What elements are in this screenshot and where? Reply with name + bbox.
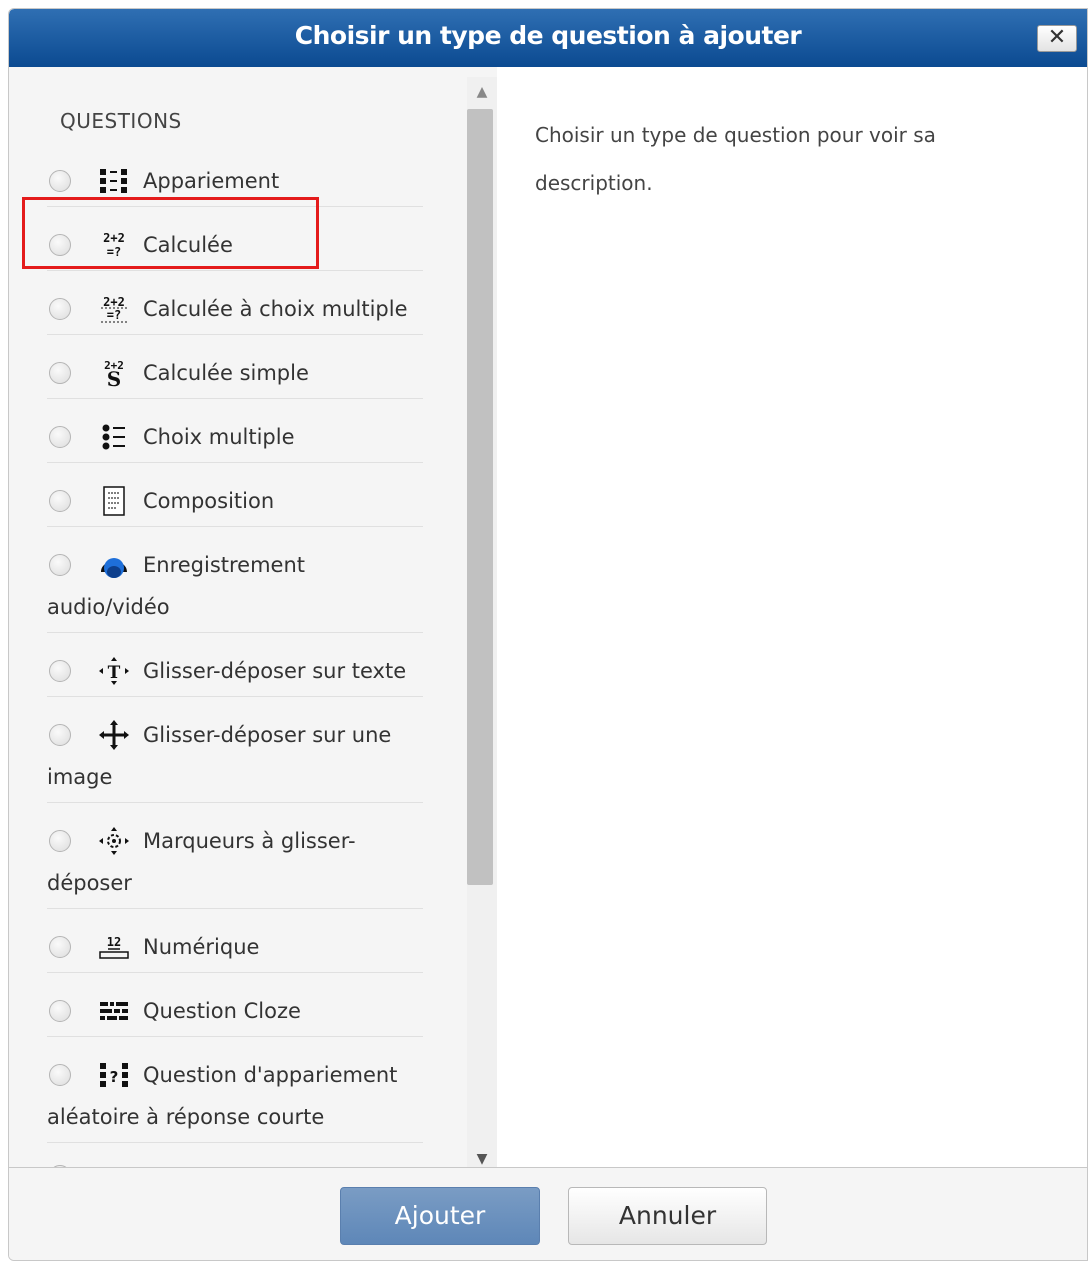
question-type-label-continued: audio/vidéo <box>47 595 170 619</box>
question-type-item[interactable]: 2+2 S Calculée simple <box>47 335 423 399</box>
radio-button[interactable] <box>49 426 71 448</box>
question-type-label: Numérique <box>143 935 260 959</box>
svg-text:S: S <box>107 367 121 388</box>
question-type-item[interactable]: ? Question d'appariement aléatoire à rép… <box>47 1037 423 1143</box>
drag-text-icon: T <box>97 656 131 686</box>
scroll-up-arrow-icon[interactable]: ▲ <box>467 77 497 107</box>
description-panel: Choisir un type de question pour voir sa… <box>497 67 1087 1167</box>
question-type-item[interactable]: Composition <box>47 463 423 527</box>
numerical-icon: 12 <box>97 932 131 962</box>
question-type-item[interactable]: Enregistrement audio/vidéo <box>47 527 423 633</box>
question-type-label: Question d'appariement <box>143 1063 398 1087</box>
radio-button[interactable] <box>49 234 71 256</box>
question-type-label-continued: image <box>47 765 113 789</box>
scrollbar-thumb[interactable] <box>467 109 493 885</box>
question-type-label: Calculée à choix multiple <box>143 297 408 321</box>
random-match-icon: ? <box>97 1060 131 1090</box>
svg-text:2+2: 2+2 <box>103 295 125 309</box>
radio-button[interactable] <box>49 830 71 852</box>
question-type-label-continued: aléatoire à réponse courte <box>47 1105 325 1129</box>
radio-button[interactable] <box>49 170 71 192</box>
question-type-label-continued: déposer <box>47 871 132 895</box>
essay-icon <box>97 486 131 516</box>
question-type-label: Glisser-déposer sur une <box>143 723 392 747</box>
svg-text:12: 12 <box>107 935 121 949</box>
question-type-item[interactable]: Choix multiple <box>47 399 423 463</box>
recording-icon <box>97 550 131 580</box>
question-type-description: Choisir un type de question pour voir sa… <box>535 123 936 195</box>
calculated-icon: 2+2 =? <box>97 230 131 260</box>
questions-section-header: QUESTIONS <box>60 109 182 133</box>
question-type-label: Choix multiple <box>143 425 295 449</box>
question-type-label: Composition <box>143 489 275 513</box>
question-type-label: Calculée <box>143 233 233 257</box>
question-type-item[interactable]: 12 Numérique <box>47 909 423 973</box>
question-type-item[interactable]: Appariement <box>47 143 423 207</box>
svg-text:T: T <box>108 663 121 683</box>
list-scrollbar[interactable]: ▲ ▼ <box>467 77 497 1177</box>
question-type-label: Glisser-déposer sur texte <box>143 659 407 683</box>
close-icon: ✕ <box>1047 25 1067 50</box>
match-icon <box>97 166 131 196</box>
multichoice-icon <box>97 422 131 452</box>
svg-text:=?: =? <box>107 308 121 322</box>
radio-button[interactable] <box>49 660 71 682</box>
cancel-button[interactable]: Annuler <box>568 1187 767 1245</box>
dialog-titlebar: Choisir un type de question à ajouter ✕ <box>9 9 1087 67</box>
question-type-dialog: Choisir un type de question à ajouter ✕ … <box>8 8 1088 1261</box>
close-button[interactable]: ✕ <box>1037 25 1077 52</box>
question-type-item[interactable]: Marqueurs à glisser- déposer <box>47 803 423 909</box>
svg-text:2+2: 2+2 <box>103 231 125 245</box>
add-button[interactable]: Ajouter <box>340 1187 540 1245</box>
question-type-list-panel: QUESTIONS Appariement 2+2 =? Calculée 2+… <box>9 67 497 1167</box>
dialog-footer: Ajouter Annuler <box>9 1167 1087 1260</box>
radio-button[interactable] <box>49 1000 71 1022</box>
radio-button[interactable] <box>49 490 71 512</box>
question-type-label: Calculée simple <box>143 361 309 385</box>
radio-button[interactable] <box>49 362 71 384</box>
question-type-item[interactable] <box>47 1143 423 1167</box>
question-type-label: Appariement <box>143 169 280 193</box>
radio-button[interactable] <box>49 936 71 958</box>
svg-text:=?: =? <box>107 245 121 259</box>
question-type-label: Marqueurs à glisser- <box>143 829 356 853</box>
question-type-item[interactable]: 2+2 =? Calculée à choix multiple <box>47 271 423 335</box>
question-type-item[interactable]: T Glisser-déposer sur texte <box>47 633 423 697</box>
question-type-item[interactable]: Glisser-déposer sur une image <box>47 697 423 803</box>
question-type-item[interactable]: 2+2 =? Calculée <box>47 207 423 271</box>
question-type-item[interactable]: Question Cloze <box>47 973 423 1037</box>
calculated-multichoice-icon: 2+2 =? <box>97 294 131 324</box>
dialog-title: Choisir un type de question à ajouter <box>294 21 802 50</box>
drag-markers-icon <box>97 826 131 856</box>
drag-image-icon <box>97 720 131 750</box>
question-type-list: Appariement 2+2 =? Calculée 2+2 =? Calcu… <box>47 143 423 1167</box>
cloze-icon <box>97 996 131 1026</box>
question-type-label: Enregistrement <box>143 553 306 577</box>
question-type-label: Question Cloze <box>143 999 301 1023</box>
svg-text:?: ? <box>110 1068 119 1086</box>
radio-button[interactable] <box>49 724 71 746</box>
radio-button[interactable] <box>49 554 71 576</box>
calculated-simple-icon: 2+2 S <box>97 358 131 388</box>
radio-button[interactable] <box>49 298 71 320</box>
radio-button[interactable] <box>49 1064 71 1086</box>
